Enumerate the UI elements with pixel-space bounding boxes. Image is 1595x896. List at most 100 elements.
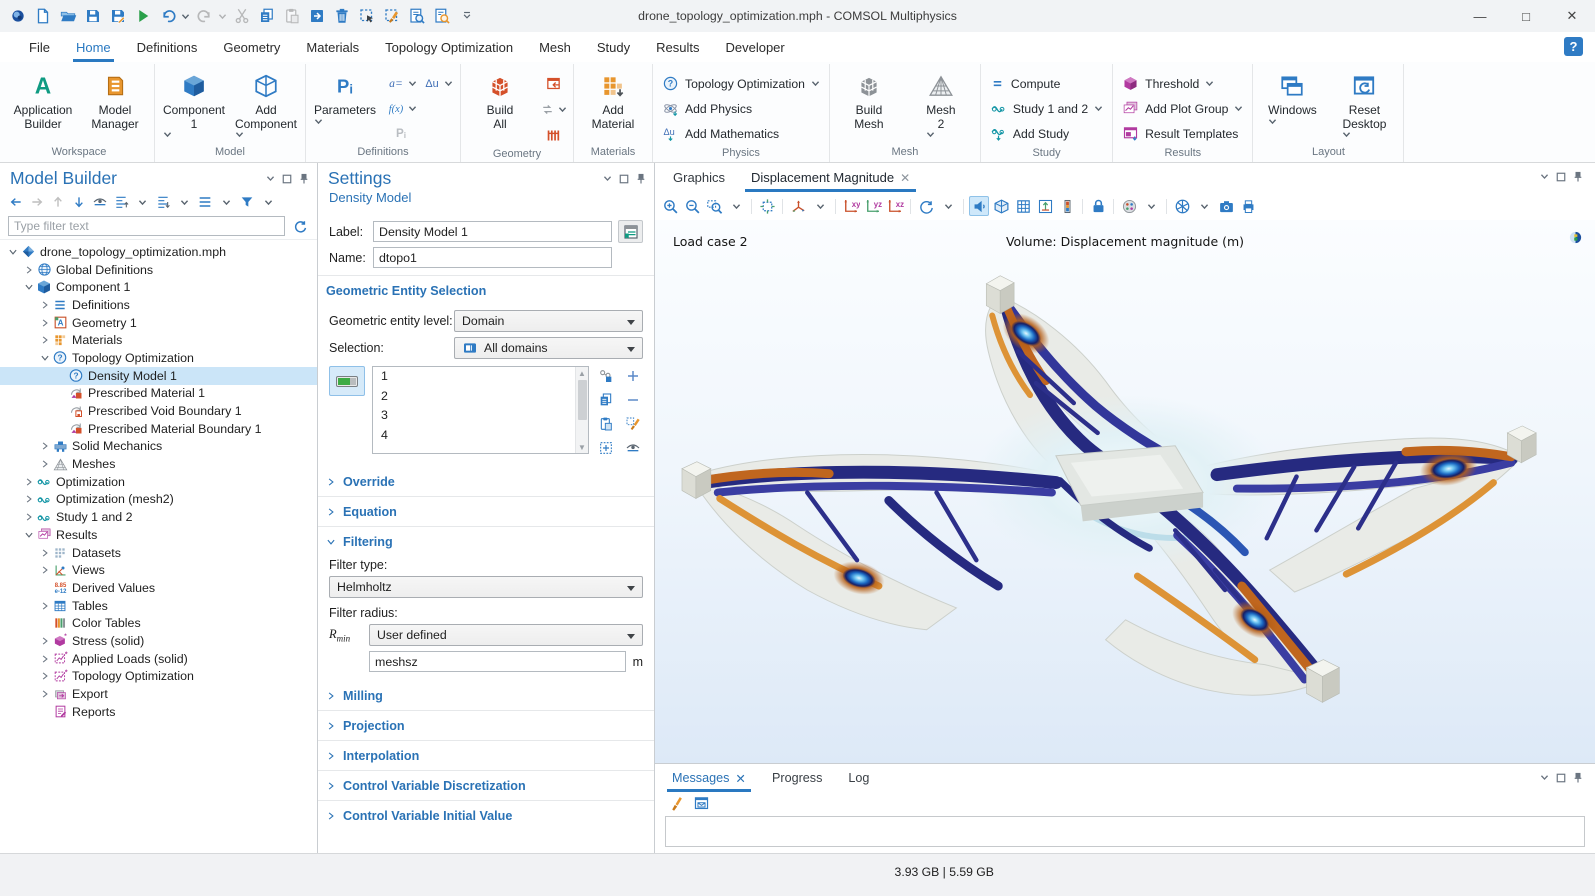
tree-node-materials[interactable]: Materials	[0, 331, 317, 349]
ribbon-button-component-1[interactable]: Component1	[161, 67, 227, 138]
go-to-view-caret[interactable]	[810, 196, 830, 216]
scroll-thumb[interactable]	[578, 380, 587, 420]
ribbon-button-build-mesh[interactable]: BuildMesh	[836, 67, 902, 131]
messages-float-icon[interactable]	[1556, 773, 1566, 783]
zoom-in-icon[interactable]	[660, 196, 680, 216]
collapse-arrow-icon[interactable]	[6, 247, 20, 257]
section-interpolation[interactable]: Interpolation	[318, 740, 654, 770]
help-button[interactable]: ?	[1564, 37, 1583, 56]
menu-tab-developer[interactable]: Developer	[712, 32, 797, 62]
tree-node-export[interactable]: Export	[0, 685, 317, 703]
selection-scrollbar[interactable]: ▲ ▼	[575, 367, 588, 453]
filter-type-select[interactable]: Helmholtz	[329, 576, 643, 598]
tree-node-meshes[interactable]: Meshes	[0, 455, 317, 473]
model-builder-pin-icon[interactable]	[299, 173, 309, 184]
ribbon-button-add-component[interactable]: AddComponent	[233, 67, 299, 138]
lock-icon[interactable]	[1088, 196, 1108, 216]
select-icon[interactable]	[355, 3, 379, 29]
tree-node-datasets[interactable]: Datasets	[0, 544, 317, 562]
expand-arrow-icon[interactable]	[38, 441, 52, 451]
graphics-float-icon[interactable]	[1556, 172, 1566, 182]
view-yz-icon[interactable]: yz	[863, 196, 883, 216]
menu-tab-results[interactable]: Results	[643, 32, 712, 62]
section-projection[interactable]: Projection	[318, 710, 654, 740]
find-icon[interactable]	[405, 3, 429, 29]
selection-item[interactable]: 2	[381, 389, 575, 409]
open-file-icon[interactable]	[56, 3, 80, 29]
expand-arrow-icon[interactable]	[38, 565, 52, 575]
active-toggle[interactable]	[329, 366, 365, 396]
close-tab-icon[interactable]: ✕	[900, 171, 910, 185]
tree-node-stress-solid-[interactable]: *Stress (solid)	[0, 632, 317, 650]
show-eye-icon[interactable]	[90, 192, 110, 212]
node-text-caret[interactable]	[216, 192, 236, 212]
label-field[interactable]	[373, 221, 612, 242]
filter-funnel-caret[interactable]	[258, 192, 278, 212]
snapshot-icon[interactable]	[1216, 196, 1236, 216]
zoom-box-caret[interactable]	[726, 196, 746, 216]
tree-node-prescribed-material-boundary-1[interactable]: Prescribed Material Boundary 1	[0, 420, 317, 438]
messages-pin-icon[interactable]	[1573, 772, 1583, 783]
tree-node-prescribed-void-boundary-1[interactable]: Prescribed Void Boundary 1	[0, 402, 317, 420]
ribbon-button-threshold[interactable]: Threshold	[1119, 71, 1246, 96]
appearance-caret[interactable]	[1141, 196, 1161, 216]
tree-node-drone-topology-optimization-mph[interactable]: drone_topology_optimization.mph	[0, 243, 317, 261]
scene-light-icon[interactable]	[969, 196, 989, 216]
move-down-icon[interactable]	[69, 192, 89, 212]
bottom-tab-log[interactable]: Log	[843, 764, 874, 792]
expand-arrow-icon[interactable]	[38, 335, 52, 345]
settings-float-icon[interactable]	[619, 174, 629, 184]
zoom-out-icon[interactable]	[682, 196, 702, 216]
menu-tab-definitions[interactable]: Definitions	[124, 32, 211, 62]
transparency-icon[interactable]	[991, 196, 1011, 216]
menu-tab-study[interactable]: Study	[584, 32, 643, 62]
name-field[interactable]	[373, 247, 612, 268]
filter-radius-field[interactable]	[369, 651, 626, 672]
create-selection-icon[interactable]	[596, 366, 616, 386]
rmin-select[interactable]: User defined	[369, 624, 643, 646]
a-eq-icon[interactable]: a=	[384, 71, 418, 95]
expand-arrow-icon[interactable]	[38, 601, 52, 611]
graphics-pin-icon[interactable]	[1573, 171, 1583, 182]
edit-label-button[interactable]	[618, 220, 643, 243]
model-builder-float-icon[interactable]	[282, 174, 292, 184]
selection-list[interactable]: 1234 ▲ ▼	[372, 366, 589, 454]
expand-all-caret[interactable]	[174, 192, 194, 212]
close-tab-icon[interactable]: ✕	[735, 771, 746, 786]
clear-brush-icon[interactable]	[623, 414, 643, 434]
tree-node-tables[interactable]: Tables	[0, 597, 317, 615]
ribbon-button-model-manager[interactable]: ModelManager	[82, 67, 148, 131]
zoom-selection-icon[interactable]	[596, 438, 616, 458]
expand-arrow-icon[interactable]	[22, 494, 36, 504]
expand-arrow-icon[interactable]	[22, 512, 36, 522]
environment-caret[interactable]	[1194, 196, 1214, 216]
copy-selection-icon[interactable]	[596, 390, 616, 410]
undo-icon[interactable]	[156, 3, 180, 29]
redo-icon[interactable]	[193, 3, 217, 29]
refresh-icon[interactable]	[292, 218, 309, 235]
ribbon-button-add-study[interactable]: Add Study	[987, 121, 1106, 146]
appearance-icon[interactable]	[1119, 196, 1139, 216]
expand-arrow-icon[interactable]	[38, 300, 52, 310]
expand-all-icon[interactable]	[153, 192, 173, 212]
toolbar-chevron-icon[interactable]	[455, 3, 479, 29]
ribbon-button-build-all[interactable]: BuildAll	[467, 67, 533, 131]
menu-tab-geometry[interactable]: Geometry	[210, 32, 293, 62]
tree-node-color-tables[interactable]: Color Tables	[0, 614, 317, 632]
view-xy-icon[interactable]: xy	[841, 196, 861, 216]
minimize-button[interactable]: —	[1457, 0, 1503, 32]
view-xz-icon[interactable]: xz	[885, 196, 905, 216]
selection-item[interactable]: 3	[381, 408, 575, 428]
collapse-all-caret[interactable]	[132, 192, 152, 212]
ribbon-button-add-material[interactable]: AddMaterial	[580, 67, 646, 131]
add-plus-icon[interactable]	[623, 366, 643, 386]
print-icon[interactable]	[1238, 196, 1258, 216]
clear-selection-icon[interactable]	[380, 3, 404, 29]
ribbon-button-topology-optimization[interactable]: ?Topology Optimization	[659, 71, 823, 96]
ribbon-button-application-builder[interactable]: AApplicationBuilder	[10, 67, 76, 131]
section-control-variable-discretization[interactable]: Control Variable Discretization	[318, 770, 654, 800]
settings-dropdown-icon[interactable]	[603, 175, 612, 182]
expand-arrow-icon[interactable]	[22, 265, 36, 275]
section-filtering[interactable]: Filtering	[318, 526, 654, 556]
fx-icon[interactable]: f(x)	[384, 96, 418, 120]
